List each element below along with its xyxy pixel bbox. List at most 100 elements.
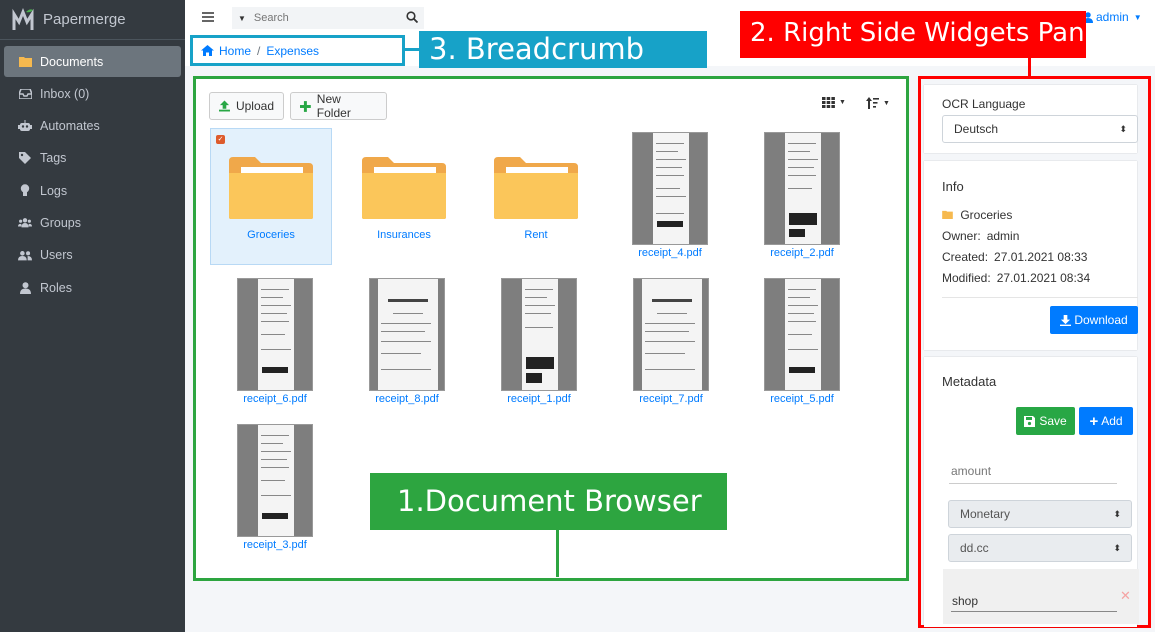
document-thumbnail <box>764 132 840 245</box>
document-tile[interactable]: receipt_3.pdf <box>214 424 336 551</box>
info-widget: Info Groceries Owner: admin Created: 27.01… <box>924 161 1138 350</box>
right-panel-annotation: 2. Right Side Widgets Panel <box>740 11 1108 58</box>
document-tile[interactable]: receipt_8.pdf <box>346 278 468 405</box>
sidebar-item-documents[interactable]: Documents <box>4 46 181 77</box>
divider <box>942 297 1138 298</box>
info-folder-row: Groceries <box>942 208 1137 222</box>
item-name[interactable]: receipt_5.pdf <box>741 393 863 405</box>
item-name[interactable]: receipt_1.pdf <box>478 393 600 405</box>
save-button[interactable]: Save <box>1016 407 1075 435</box>
folder-icon <box>942 210 953 219</box>
item-name[interactable]: receipt_2.pdf <box>741 247 863 259</box>
search-input[interactable] <box>253 12 394 24</box>
close-icon[interactable]: ✕ <box>1120 588 1131 604</box>
info-modified-row: Modified: 27.01.2021 08:34 <box>942 271 1137 285</box>
folder-tile[interactable]: Rent <box>475 128 597 265</box>
metadata-type-select[interactable]: Monetary ⬍ <box>948 500 1132 528</box>
document-tile[interactable]: receipt_5.pdf <box>741 278 863 405</box>
created-value: 27.01.2021 08:33 <box>994 250 1088 264</box>
breadcrumb-annotation-connector <box>405 48 419 51</box>
document-tile[interactable]: receipt_4.pdf <box>609 132 731 259</box>
checkbox-checked-icon[interactable]: ✓ <box>216 135 225 144</box>
sidebar-item-tags[interactable]: Tags <box>4 143 181 174</box>
lightbulb-icon <box>18 184 32 198</box>
document-thumbnail <box>764 278 840 391</box>
view-mode-button[interactable]: ▼ <box>822 97 846 108</box>
inbox-icon <box>18 87 32 101</box>
sidebar-item-label: Automates <box>40 119 100 134</box>
sidebar-item-logs[interactable]: Logs <box>4 175 181 206</box>
info-created-row: Created: 27.01.2021 08:33 <box>942 250 1137 264</box>
upload-label: Upload <box>235 99 274 113</box>
sidebar-item-label: Users <box>40 248 73 263</box>
home-icon[interactable] <box>201 45 214 56</box>
upload-icon <box>219 100 230 112</box>
users-icon <box>18 216 32 230</box>
sort-button[interactable]: ▼ <box>866 97 890 109</box>
item-name[interactable]: receipt_8.pdf <box>346 393 468 405</box>
brand[interactable]: Papermerge <box>0 0 185 40</box>
document-tile[interactable]: receipt_7.pdf <box>610 278 732 405</box>
metadata-widget: Metadata Save + Add amount Monetary ⬍ dd… <box>924 357 1139 627</box>
sidebar-item-users[interactable]: Users <box>4 240 181 271</box>
plus-icon: + <box>1089 412 1099 430</box>
folder-icon <box>494 157 578 219</box>
breadcrumb-current[interactable]: Expenses <box>266 44 319 58</box>
sidebar-item-automates[interactable]: Automates <box>4 111 181 142</box>
folder-icon <box>229 157 313 219</box>
metadata-title: Metadata <box>942 374 997 389</box>
owner-value: admin <box>986 229 1020 243</box>
sidebar-item-label: Documents <box>40 54 104 69</box>
upload-button[interactable]: Upload <box>209 92 284 120</box>
document-tile[interactable]: receipt_1.pdf <box>478 278 600 405</box>
sidebar-item-groups[interactable]: Groups <box>4 207 181 238</box>
sidebar-item-label: Groups <box>40 215 81 230</box>
item-name[interactable]: Insurances <box>343 229 465 241</box>
ocr-language-select[interactable]: Deutsch ⬍ <box>942 115 1138 143</box>
add-button[interactable]: + Add <box>1079 407 1133 435</box>
sidebar-item-inbox[interactable]: Inbox (0) <box>4 78 181 109</box>
document-browser-annotation: 1.Document Browser <box>370 473 727 530</box>
select-arrows-icon: ⬍ <box>1113 542 1121 553</box>
item-name: Groceries <box>247 229 295 241</box>
menu-toggle-icon[interactable] <box>202 12 214 22</box>
owner-label: Owner: <box>942 229 981 243</box>
search-icon[interactable] <box>406 11 418 23</box>
item-name[interactable]: receipt_3.pdf <box>214 539 336 551</box>
folder-tile[interactable]: ✓ Groceries <box>210 128 332 265</box>
caret-down-icon[interactable]: ▼ <box>238 14 246 23</box>
metadata-type-value: Monetary <box>960 507 1011 521</box>
metadata-key-input[interactable]: amount <box>949 460 1117 484</box>
new-folder-button[interactable]: New Folder <box>290 92 387 120</box>
document-thumbnail <box>237 424 313 537</box>
breadcrumb-home[interactable]: Home <box>219 44 251 58</box>
document-tile[interactable]: receipt_6.pdf <box>214 278 336 405</box>
sidebar: Papermerge Documents Inbox (0) Automates… <box>0 0 185 632</box>
modified-label: Modified: <box>942 271 991 285</box>
papermerge-logo-icon <box>12 7 34 30</box>
folder-tile[interactable]: Insurances <box>343 128 465 265</box>
search-box[interactable]: ▼ <box>232 7 424 29</box>
select-arrows-icon: ⬍ <box>1113 508 1121 519</box>
app-name: Papermerge <box>43 11 126 28</box>
robot-icon <box>18 119 32 133</box>
save-label: Save <box>1039 414 1067 428</box>
download-label: Download <box>1074 313 1128 327</box>
item-name[interactable]: receipt_4.pdf <box>609 247 731 259</box>
metadata-value-input[interactable]: shop <box>951 592 1117 612</box>
sidebar-item-label: Inbox (0) <box>40 86 90 101</box>
modified-value: 27.01.2021 08:34 <box>996 271 1091 285</box>
item-name[interactable]: Rent <box>475 229 597 241</box>
download-button[interactable]: Download <box>1050 306 1138 334</box>
metadata-format-select[interactable]: dd.cc ⬍ <box>948 534 1132 562</box>
created-label: Created: <box>942 250 989 264</box>
ocr-language-label: OCR Language <box>942 97 1026 111</box>
breadcrumb: Home / Expenses <box>190 35 405 66</box>
sidebar-item-roles[interactable]: Roles <box>4 272 181 303</box>
item-name[interactable]: receipt_6.pdf <box>214 393 336 405</box>
caret-down-icon: ▼ <box>883 99 890 107</box>
new-folder-label: New Folder <box>316 92 351 120</box>
item-name[interactable]: receipt_7.pdf <box>610 393 732 405</box>
document-tile[interactable]: receipt_2.pdf <box>741 132 863 259</box>
download-icon <box>1060 314 1072 326</box>
